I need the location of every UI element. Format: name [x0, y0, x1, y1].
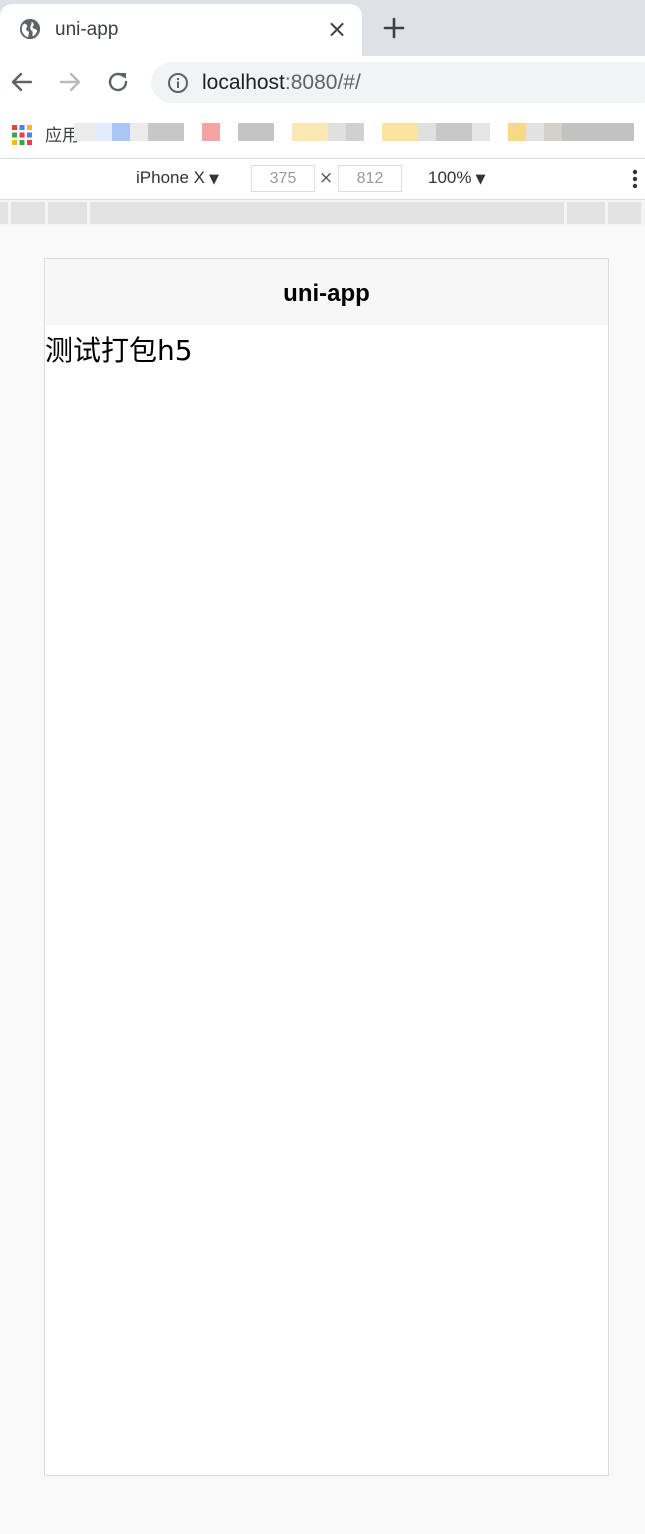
- close-tab-button[interactable]: ×: [325, 17, 349, 41]
- apps-grid-icon[interactable]: [12, 125, 32, 145]
- info-icon[interactable]: [167, 72, 189, 94]
- blurred-bookmarks: [72, 108, 645, 158]
- tab-strip: uni-app ×: [0, 0, 645, 56]
- browser-toolbar: localhost:8080/#/: [0, 56, 645, 108]
- app-nav-bar: uni-app: [45, 259, 608, 325]
- url-path: :8080/#/: [284, 71, 361, 94]
- caret-down-icon: ▼: [475, 172, 486, 187]
- reload-icon[interactable]: [104, 68, 132, 96]
- url-text[interactable]: localhost:8080/#/: [202, 71, 361, 95]
- device-dropdown[interactable]: iPhone X ▼: [136, 168, 219, 188]
- device-name: iPhone X: [136, 168, 205, 187]
- tab-title: uni-app: [55, 19, 119, 40]
- globe-icon: [19, 18, 41, 40]
- media-query-segment[interactable]: [48, 202, 87, 224]
- page-title: uni-app: [283, 280, 370, 307]
- height-input[interactable]: 812: [338, 165, 402, 192]
- media-query-segment[interactable]: [11, 202, 45, 224]
- device-viewport: uni-app 测试打包h5: [44, 258, 609, 1476]
- browser-tab[interactable]: uni-app ×: [0, 4, 362, 56]
- media-query-bar: [0, 200, 645, 226]
- url-host: localhost: [202, 71, 285, 94]
- bookmarks-bar: 应用: [0, 108, 645, 159]
- caret-down-icon: ▼: [209, 172, 219, 187]
- zoom-value: 100%: [428, 168, 472, 187]
- media-query-segment[interactable]: [567, 202, 605, 224]
- media-query-segment[interactable]: [90, 202, 564, 224]
- media-query-segment[interactable]: [608, 202, 641, 224]
- media-query-segment[interactable]: [0, 202, 8, 224]
- width-input[interactable]: 375: [251, 165, 315, 192]
- device-toolbar: iPhone X ▼ 375 × 812 100% ▼: [0, 159, 645, 200]
- more-vertical-icon[interactable]: [630, 167, 640, 191]
- content-text: 测试打包h5: [45, 334, 193, 367]
- arrow-left-icon[interactable]: [8, 68, 36, 96]
- plus-icon[interactable]: [380, 14, 408, 42]
- arrow-right-icon[interactable]: [56, 68, 84, 96]
- zoom-dropdown[interactable]: 100% ▼: [428, 168, 485, 188]
- address-bar[interactable]: localhost:8080/#/: [151, 62, 645, 103]
- dimension-separator: ×: [319, 168, 334, 188]
